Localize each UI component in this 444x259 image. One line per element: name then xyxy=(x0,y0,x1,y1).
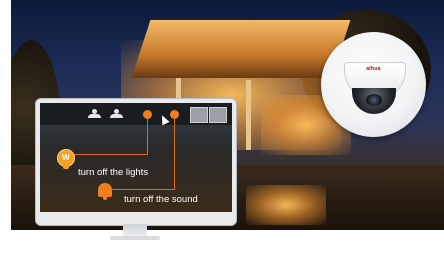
bell-icon[interactable] xyxy=(98,183,112,200)
video-toolbar xyxy=(40,103,232,126)
hero-illustration: alhua W turn off the lights turn off the… xyxy=(0,0,444,259)
light-alert-icon[interactable] xyxy=(143,110,152,119)
camera-brand-logo: alhua xyxy=(366,66,381,72)
connector-line xyxy=(174,119,175,189)
house-pillar xyxy=(246,80,251,150)
monitor-screen: W turn off the lights turn off the sound xyxy=(40,103,232,212)
pool-reflection xyxy=(246,185,326,225)
house-roof-overhang xyxy=(131,20,351,78)
siren-alert-icon[interactable] xyxy=(170,110,179,119)
user-icon[interactable] xyxy=(110,109,123,118)
monitor: W turn off the lights turn off the sound xyxy=(35,98,237,226)
cursor-icon xyxy=(158,113,170,126)
camera-thumb-icon[interactable] xyxy=(209,107,227,123)
light-bulb-icon[interactable]: W xyxy=(57,149,75,169)
monitor-stand-base xyxy=(110,236,160,240)
connector-line xyxy=(112,189,175,190)
camera-lens xyxy=(366,94,382,106)
camera-thumb-icon[interactable] xyxy=(190,107,208,123)
user-icon[interactable] xyxy=(88,109,101,118)
connector-line xyxy=(73,154,148,155)
dome-camera-bubble: alhua xyxy=(321,32,426,137)
turn-off-lights-label: turn off the lights xyxy=(78,167,149,178)
turn-off-sound-label: turn off the sound xyxy=(124,194,198,205)
bulb-letter: W xyxy=(62,153,70,162)
connector-line xyxy=(147,119,148,155)
